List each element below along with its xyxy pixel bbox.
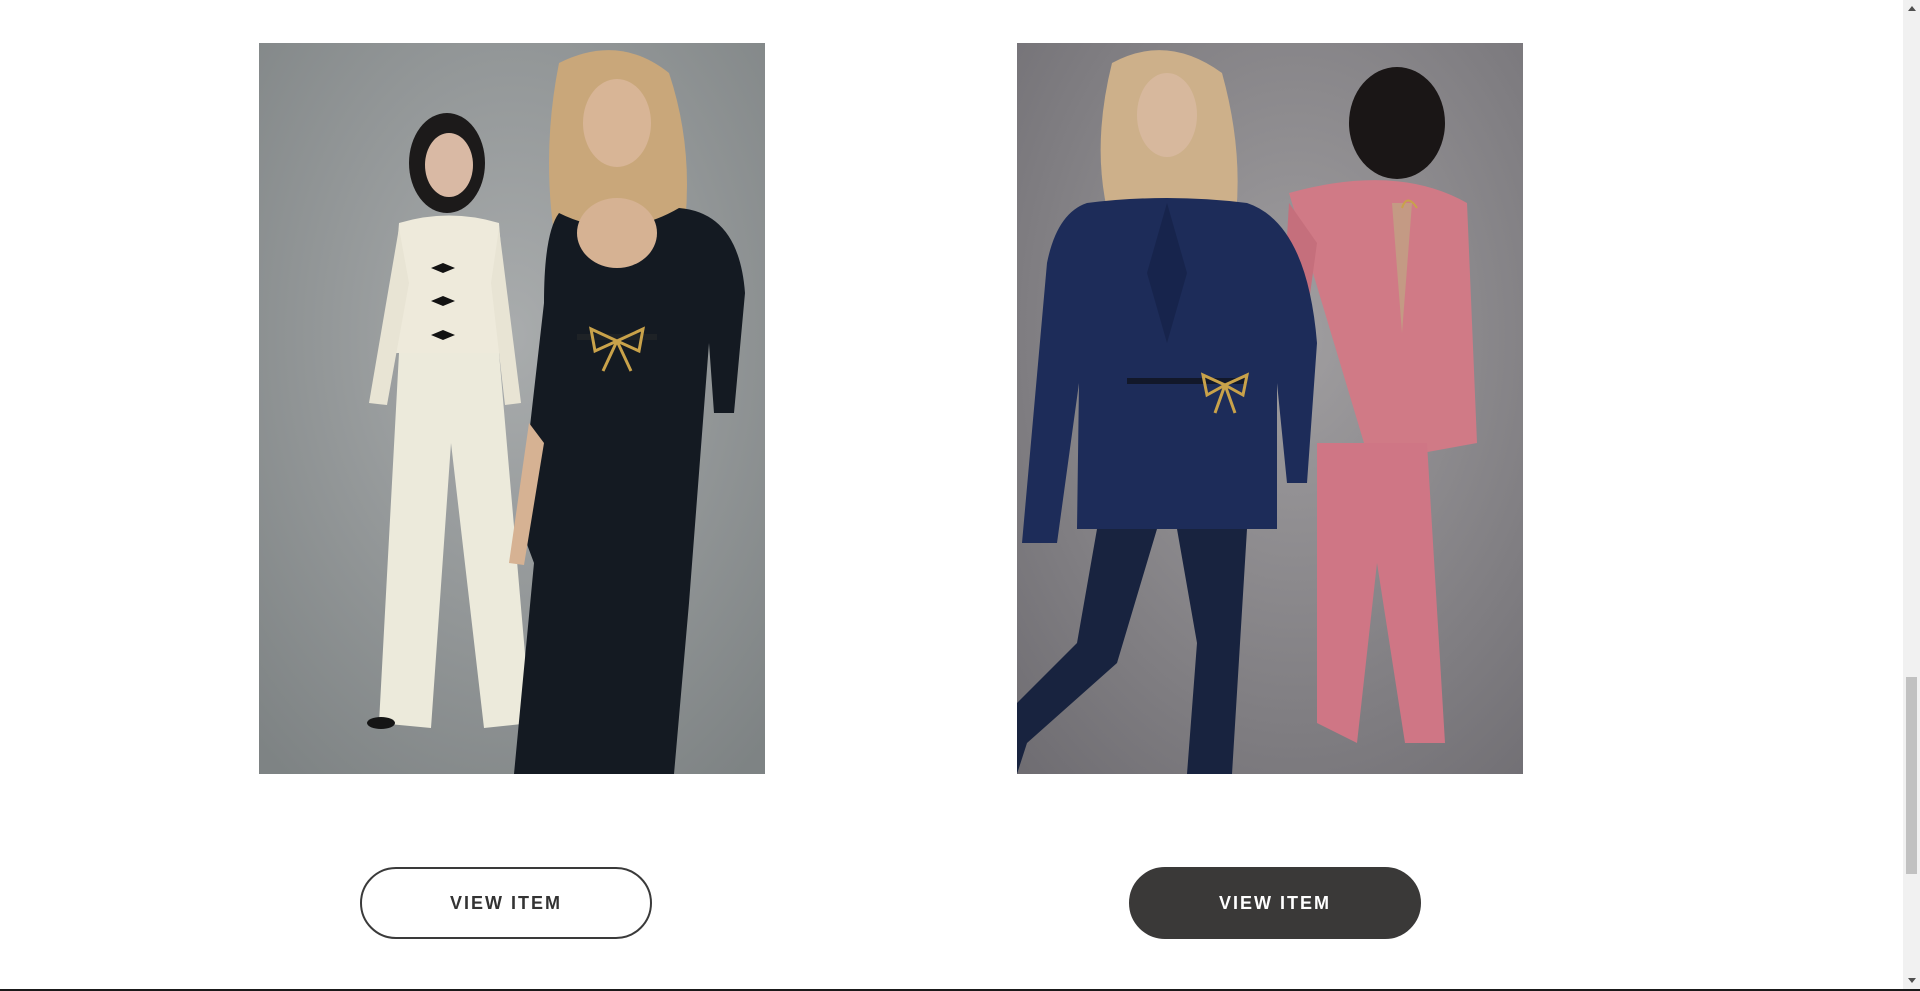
view-item-label-2: VIEW ITEM	[1219, 892, 1331, 913]
view-item-button-2[interactable]: VIEW ITEM	[1129, 867, 1421, 939]
scroll-down-arrow-icon[interactable]	[1903, 972, 1920, 989]
view-item-label-1: VIEW ITEM	[450, 892, 562, 913]
product-photo-2	[1017, 43, 1523, 774]
scroll-up-arrow-icon[interactable]	[1903, 0, 1920, 17]
view-item-button-1[interactable]: VIEW ITEM	[360, 867, 652, 939]
vertical-scrollbar[interactable]	[1903, 0, 1920, 989]
scrollbar-thumb[interactable]	[1906, 677, 1917, 874]
product-image-cream-black[interactable]	[259, 43, 765, 774]
page: VIEW ITEM VIEW ITEM	[0, 0, 1920, 991]
product-photo-1	[259, 43, 765, 774]
product-image-navy-pink[interactable]	[1017, 43, 1523, 774]
